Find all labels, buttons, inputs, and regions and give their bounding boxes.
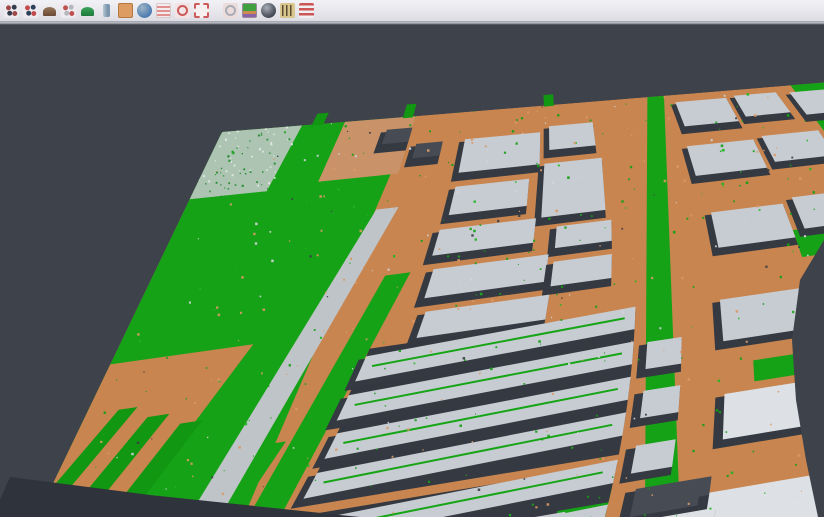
toolbar-button-shaded-sphere[interactable] — [260, 1, 277, 20]
shaded-sphere-icon — [261, 3, 276, 18]
toolbar-button-measure[interactable] — [279, 1, 296, 20]
toolbar-button-terrain-model[interactable] — [41, 1, 58, 20]
globe-view-icon — [137, 3, 152, 18]
toolbar-button-globe-view[interactable] — [136, 1, 153, 20]
toolbar-button-ground-points[interactable] — [60, 1, 77, 20]
toolbar — [0, 0, 824, 22]
circle-select-icon — [223, 3, 238, 18]
toolbar-button-tile-manager[interactable] — [117, 1, 134, 20]
toolbar-button-flag[interactable] — [298, 1, 315, 20]
tile-manager-icon — [118, 3, 133, 18]
toolbar-button-point-cloud[interactable] — [3, 1, 20, 20]
flag-icon — [299, 3, 314, 18]
terrain-model-icon — [42, 3, 57, 18]
toolbar-button-target-select[interactable] — [174, 1, 191, 20]
ground-points-icon — [61, 3, 76, 18]
toolbar-button-vegetation-classify[interactable] — [79, 1, 96, 20]
viewport-3d[interactable] — [0, 24, 824, 517]
toolbar-button-profile-list[interactable] — [155, 1, 172, 20]
scene-svg — [0, 25, 824, 517]
point-cloud-icon — [4, 3, 19, 18]
box-select-icon — [194, 3, 209, 18]
app-window — [0, 0, 824, 517]
classified-display-icon — [242, 3, 257, 18]
classify-points-icon — [23, 3, 38, 18]
vegetation-classify-icon — [80, 3, 95, 18]
toolbar-separator — [212, 0, 220, 21]
profile-list-icon — [156, 3, 171, 18]
measure-icon — [280, 3, 295, 18]
building-column-icon — [99, 3, 114, 18]
toolbar-button-building-column[interactable] — [98, 1, 115, 20]
toolbar-button-box-select[interactable] — [193, 1, 210, 20]
toolbar-button-classify-points[interactable] — [22, 1, 39, 20]
target-select-icon — [175, 3, 190, 18]
toolbar-button-circle-select[interactable] — [222, 1, 239, 20]
toolbar-button-classified-display[interactable] — [241, 1, 258, 20]
